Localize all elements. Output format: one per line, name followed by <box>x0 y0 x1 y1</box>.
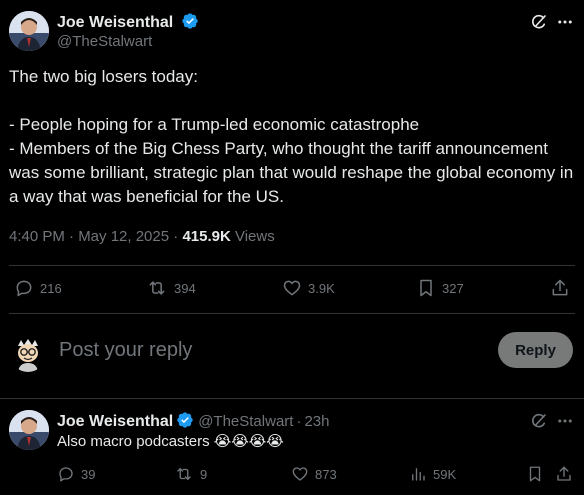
repost-count: 394 <box>174 280 196 296</box>
bookmark-count: 327 <box>442 280 464 296</box>
like-icon <box>283 280 301 296</box>
more-icon[interactable] <box>555 12 575 32</box>
reply-tweet-repost-count: 9 <box>200 466 208 482</box>
reply-time-separator: · <box>296 413 302 430</box>
share-icon <box>557 466 571 481</box>
bookmark-action[interactable]: 327 <box>416 278 464 298</box>
tweet-line-3: - Members of the Big Chess Party, who th… <box>9 139 574 206</box>
divider-top <box>9 265 575 266</box>
tweet-text: The two big losers today: - People hopin… <box>9 65 577 209</box>
author-name-text[interactable]: Joe Weisenthal <box>57 14 173 31</box>
reply-tweet-repost-action[interactable]: 9 <box>174 465 207 483</box>
tweet-line-1: The two big losers today: <box>9 67 198 86</box>
repost-icon <box>177 468 191 480</box>
repost-icon <box>149 281 165 295</box>
verified-badge-icon <box>177 412 193 428</box>
reply-author-avatar[interactable] <box>9 410 49 450</box>
reply-tweet-reply-count: 39 <box>81 466 96 482</box>
reply-text: Also macro podcasters 😭😭😭😭 <box>57 433 284 450</box>
repost-action[interactable]: 394 <box>146 278 196 298</box>
reply-input[interactable]: Post your reply <box>59 339 479 365</box>
tweet-timestamp[interactable]: 4:40 PM · May 12, 2025 <box>9 228 169 245</box>
current-user-avatar[interactable] <box>10 336 46 372</box>
like-count: 3.9K <box>308 280 335 296</box>
share-action[interactable] <box>550 278 570 298</box>
meta-separator: · <box>169 228 183 245</box>
reply-count: 216 <box>40 280 62 296</box>
grok-icon[interactable] <box>529 12 549 32</box>
bookmark-icon <box>529 466 541 482</box>
reply-icon <box>16 280 32 297</box>
more-icon[interactable] <box>555 411 575 431</box>
reply-action[interactable]: 216 <box>14 278 62 298</box>
tweet-meta: 4:40 PM · May 12, 2025 · 415.9K Views <box>9 228 275 245</box>
divider-middle <box>9 313 575 314</box>
reply-tweet-reply-action[interactable]: 39 <box>57 465 95 483</box>
reply-author-name[interactable]: Joe Weisenthal <box>57 413 173 430</box>
reply-tweet-like-action[interactable]: 873 <box>291 465 337 483</box>
author-avatar[interactable] <box>9 11 49 51</box>
views-label: Views <box>230 228 275 245</box>
reply-tweet-like-count: 873 <box>315 466 337 482</box>
bookmark-icon <box>420 279 432 297</box>
grok-icon[interactable] <box>529 411 549 431</box>
reply-tweet-bookmark-action[interactable] <box>526 465 544 483</box>
reply-tweet-views-action[interactable]: 59K <box>409 465 456 483</box>
views-icon <box>412 468 425 481</box>
author-handle[interactable]: @TheStalwart <box>57 33 152 50</box>
reply-icon <box>59 467 73 482</box>
reply-time[interactable]: 23h <box>304 413 329 430</box>
verified-badge-icon <box>181 13 198 29</box>
views-count: 415.9K <box>182 228 231 245</box>
like-icon <box>292 467 308 481</box>
reply-author-handle[interactable]: @TheStalwart <box>198 413 293 430</box>
tweet-line-2: - People hoping for a Trump-led economic… <box>9 115 420 134</box>
reply-tweet-share-action[interactable] <box>555 465 573 483</box>
author-name[interactable]: Joe Weisenthal <box>57 12 199 32</box>
like-action[interactable]: 3.9K <box>282 278 335 298</box>
reply-tweet-views-count: 59K <box>433 466 457 482</box>
reply-header: Joe Weisenthal @TheStalwart · 23h <box>57 411 329 431</box>
reply-button[interactable]: Reply <box>498 332 573 368</box>
share-icon <box>552 279 568 296</box>
divider-bottom <box>0 398 584 399</box>
